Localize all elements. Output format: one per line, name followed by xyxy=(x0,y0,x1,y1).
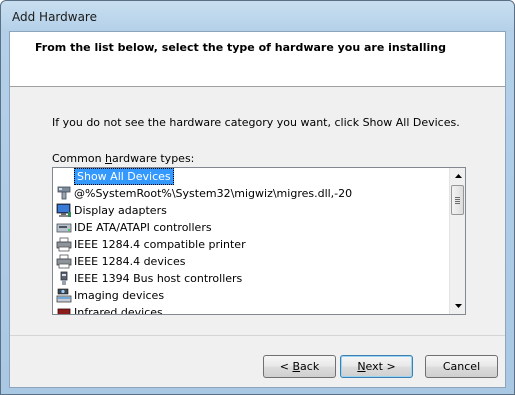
title-bar[interactable]: Add Hardware xyxy=(1,1,514,33)
infrared-icon xyxy=(57,308,71,314)
instruction-text: If you do not see the hardware category … xyxy=(52,116,460,129)
arrow-up-icon xyxy=(454,174,462,178)
list-item-label: Imaging devices xyxy=(74,289,165,302)
list-item-imaging-devices[interactable]: Imaging devices xyxy=(53,287,450,304)
ide-controller-icon xyxy=(56,223,72,233)
grip-line xyxy=(455,199,460,200)
list-label: Common hardware types: xyxy=(52,152,195,165)
list-item-ieee-devices[interactable]: IEEE 1284.4 devices xyxy=(53,253,450,270)
next-button[interactable]: Next > xyxy=(340,355,413,378)
arrow-down-icon xyxy=(454,304,462,308)
list-items: Show All Devices @%SystemRoot%\System32\… xyxy=(53,168,450,314)
scroll-down-button[interactable] xyxy=(450,298,465,314)
window-title: Add Hardware xyxy=(12,10,97,24)
list-scrollbar[interactable] xyxy=(449,168,465,314)
list-item-label: @%SystemRoot%\System32\migwiz\migres.dll… xyxy=(74,187,353,200)
wizard-header: From the list below, select the type of … xyxy=(10,32,505,87)
back-button[interactable]: < Back xyxy=(263,355,336,378)
list-item-ieee-printer[interactable]: IEEE 1284.4 compatible printer xyxy=(53,236,450,253)
header-title: From the list below, select the type of … xyxy=(35,41,446,54)
list-item-label: IDE ATA/ATAPI controllers xyxy=(74,221,212,234)
list-item-migration[interactable]: @%SystemRoot%\System32\migwiz\migres.dll… xyxy=(53,185,450,202)
cancel-button[interactable]: Cancel xyxy=(425,355,498,378)
list-item-display-adapters[interactable]: Display adapters xyxy=(53,202,450,219)
migration-device-icon xyxy=(57,186,71,200)
list-item-infrared-devices[interactable]: Infrared devices xyxy=(53,304,450,314)
list-item-ieee-1394[interactable]: IEEE 1394 Bus host controllers xyxy=(53,270,450,287)
printer-icon xyxy=(56,254,72,269)
monitor-icon xyxy=(56,203,71,217)
list-item-label: IEEE 1394 Bus host controllers xyxy=(74,272,243,285)
list-item-label: Show All Devices xyxy=(74,168,174,185)
printer-icon xyxy=(56,237,72,252)
list-item-show-all-devices[interactable]: Show All Devices xyxy=(53,168,450,185)
grip-line xyxy=(455,201,460,202)
scroll-up-button[interactable] xyxy=(450,168,465,184)
hardware-types-list[interactable]: Show All Devices @%SystemRoot%\System32\… xyxy=(52,167,466,315)
grip-line xyxy=(455,197,460,198)
list-item-label: Infrared devices xyxy=(74,306,163,314)
grip-line xyxy=(455,203,460,204)
wizard-body: From the list below, select the type of … xyxy=(9,31,506,388)
add-hardware-window: Add Hardware From the list below, select… xyxy=(0,0,515,395)
firewire-icon xyxy=(60,271,68,285)
camera-scanner-icon xyxy=(56,288,72,303)
footer-divider xyxy=(10,335,505,336)
list-item-label: IEEE 1284.4 compatible printer xyxy=(74,238,246,251)
list-item-label: Display adapters xyxy=(74,204,167,217)
scroll-thumb[interactable] xyxy=(451,185,464,215)
list-item-label: IEEE 1284.4 devices xyxy=(74,255,186,268)
list-item-ide-controllers[interactable]: IDE ATA/ATAPI controllers xyxy=(53,219,450,236)
